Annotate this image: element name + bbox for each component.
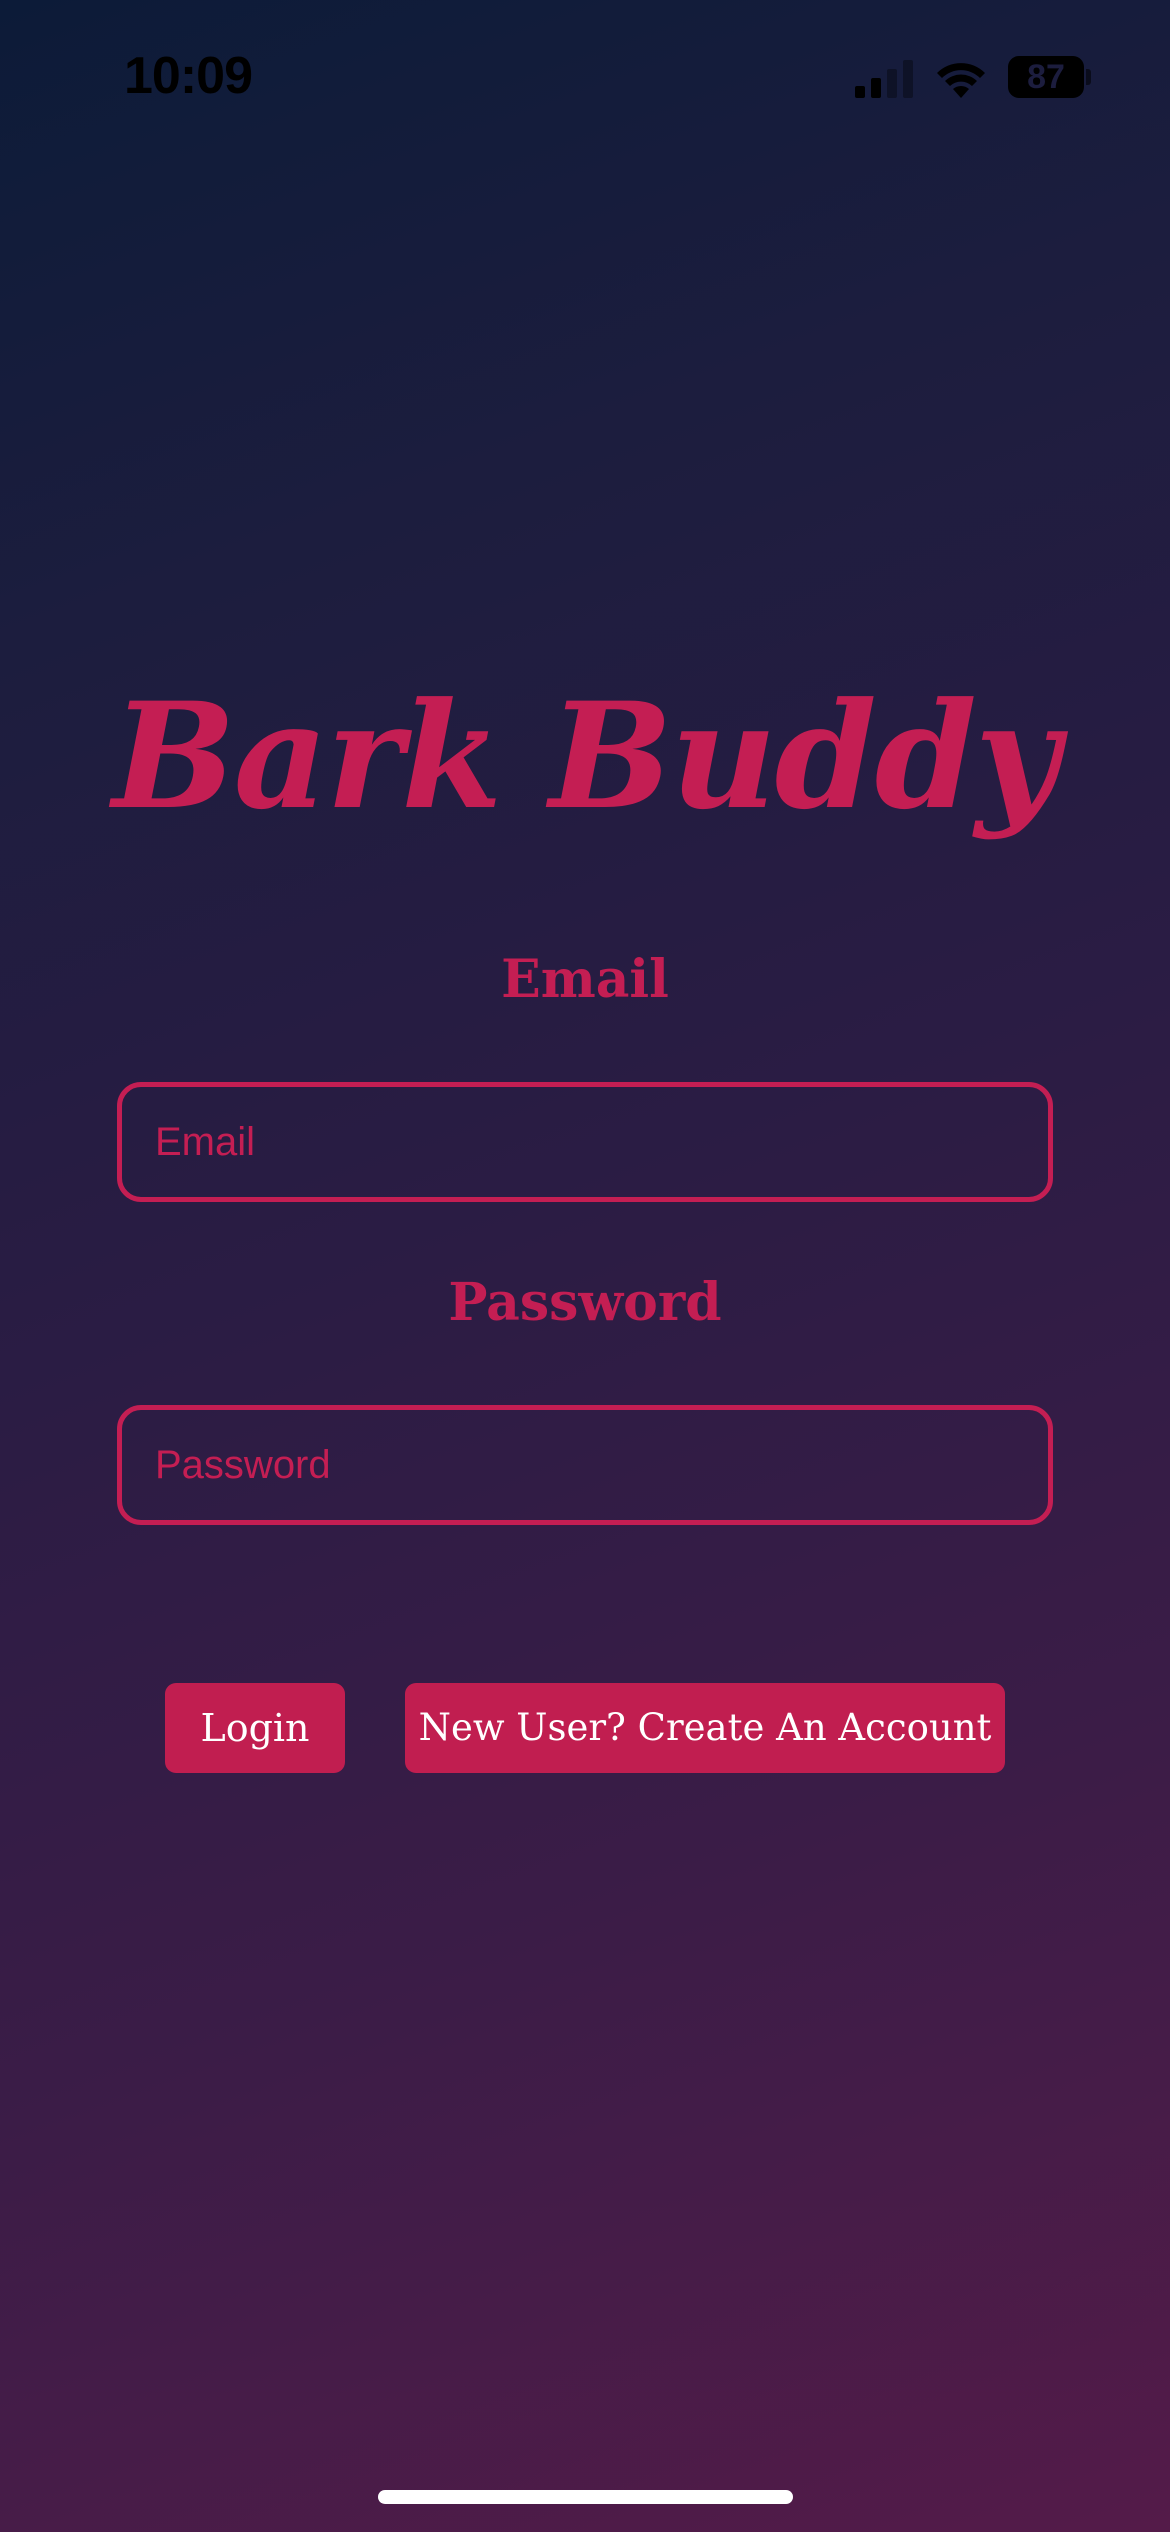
battery-icon: 87 bbox=[1008, 56, 1092, 98]
password-input[interactable] bbox=[117, 1405, 1053, 1525]
wifi-icon bbox=[937, 63, 985, 98]
email-input[interactable] bbox=[117, 1082, 1053, 1202]
app-title: Bark Buddy bbox=[112, 671, 1059, 842]
status-bar: 10:09 87 bbox=[0, 0, 1170, 150]
status-time: 10:09 bbox=[124, 47, 253, 105]
home-indicator[interactable] bbox=[378, 2490, 793, 2504]
create-account-button[interactable]: New User? Create An Account bbox=[405, 1683, 1005, 1773]
battery-level: 87 bbox=[1008, 56, 1084, 98]
email-label: Email bbox=[501, 949, 669, 1010]
password-label: Password bbox=[448, 1272, 722, 1333]
battery-cap bbox=[1086, 69, 1091, 85]
login-button[interactable]: Login bbox=[165, 1683, 345, 1773]
cellular-signal-icon bbox=[855, 60, 913, 98]
